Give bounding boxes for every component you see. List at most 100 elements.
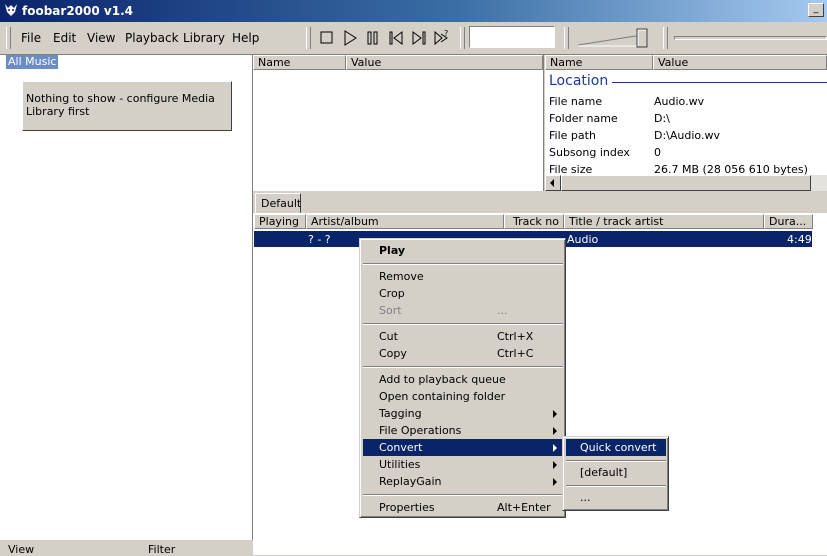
props-left-name-header[interactable]: Name [253, 55, 346, 70]
menu-item-replaygain[interactable]: ReplayGain [363, 473, 563, 490]
location-section-title: Location [549, 73, 609, 89]
toolbar-grip-2[interactable] [460, 27, 465, 49]
menu-item-label: ReplayGain [379, 475, 442, 488]
submenu-arrow-icon [553, 427, 557, 435]
menu-toolbar: File Edit View Playback Library Help ? [0, 22, 827, 55]
submenu-arrow-icon [553, 461, 557, 469]
configure-library-button[interactable]: Nothing to show - configure Media Librar… [22, 81, 232, 131]
menu-edit[interactable]: Edit [53, 31, 76, 45]
stop-icon [320, 31, 333, 44]
props-left-value-header[interactable]: Value [346, 55, 543, 70]
menu-item-convert[interactable]: Convert [363, 439, 563, 456]
random-button[interactable]: ? [431, 27, 453, 49]
toolbar-grip-3[interactable] [564, 27, 569, 49]
menu-item-tagging[interactable]: Tagging [363, 405, 563, 422]
menu-item-shortcut: Ctrl+C [497, 347, 534, 360]
col-track-no[interactable]: Track no [504, 214, 564, 229]
menu-playback[interactable]: Playback [125, 31, 179, 45]
menu-separator [363, 323, 563, 325]
menu-item-utilities[interactable]: Utilities [363, 456, 563, 473]
col-title-artist[interactable]: Title / track artist [564, 214, 764, 229]
scroll-thumb[interactable] [561, 175, 811, 191]
col-artist-album[interactable]: Artist/album [306, 214, 504, 229]
arrow-left-icon [550, 179, 554, 187]
volume-slider[interactable] [576, 27, 652, 49]
prop-name: File name [549, 95, 603, 108]
context-menu: Play Remove Crop Sort... Cut Ctrl+X Copy C… [359, 238, 566, 518]
menu-item-file-operations[interactable]: File Operations [363, 422, 563, 439]
seek-bar[interactable] [674, 36, 827, 40]
menu-item-label: Tagging [379, 407, 422, 420]
menu-separator [363, 263, 563, 265]
menu-item-label: Remove [379, 270, 424, 283]
menu-library[interactable]: Library [183, 31, 225, 45]
props-right-name-header[interactable]: Name [545, 55, 653, 70]
prop-name: Folder name [549, 112, 618, 125]
submenu-arrow-icon [553, 478, 557, 486]
submenu-item-quick-convert[interactable]: Quick convert [566, 439, 666, 456]
menu-item-open-folder[interactable]: Open containing folder [363, 388, 563, 405]
tab-default[interactable]: Default [255, 193, 301, 213]
menu-view[interactable]: View [87, 31, 115, 45]
menu-item-cut[interactable]: Cut Ctrl+X [363, 328, 563, 345]
prop-name: File path [549, 129, 596, 142]
menu-grip[interactable] [6, 27, 11, 49]
menu-item-label: Convert [379, 441, 423, 454]
menu-item-sort: Sort... [363, 302, 563, 319]
prop-value: Audio.wv [654, 95, 705, 108]
menu-item-label: Properties [379, 501, 435, 514]
minimize-button[interactable]: _ [808, 3, 824, 17]
toolbar-grip-4[interactable] [663, 27, 668, 49]
menu-item-label: Play [379, 244, 406, 257]
toolbar-grip[interactable] [306, 27, 311, 49]
prop-value: D:\Audio.wv [654, 129, 720, 142]
submenu-item-label: [default] [580, 466, 628, 479]
menu-item-copy[interactable]: Copy Ctrl+C [363, 345, 563, 362]
menu-item-label: Add to playback queue [379, 373, 506, 386]
svg-text:?: ? [444, 29, 448, 38]
menu-item-label: File Operations [379, 424, 462, 437]
next-icon [412, 31, 426, 45]
menu-item-add-queue[interactable]: Add to playback queue [363, 371, 563, 388]
submenu-item-more[interactable]: ... [566, 489, 666, 506]
menu-item-label: Crop [379, 287, 405, 300]
horizontal-scrollbar[interactable] [545, 175, 827, 191]
previous-button[interactable] [385, 27, 407, 49]
filter-label[interactable]: Filter [148, 543, 175, 556]
play-button[interactable] [339, 27, 361, 49]
menu-item-dots: ... [497, 304, 508, 317]
library-root-item[interactable]: All Music [6, 55, 59, 69]
menu-item-label: Sort [379, 304, 402, 317]
search-input[interactable] [469, 26, 555, 48]
menu-file[interactable]: File [21, 31, 41, 45]
col-duration[interactable]: Dura... [764, 214, 813, 229]
scroll-left-button[interactable] [545, 175, 561, 191]
pause-button[interactable] [362, 27, 384, 49]
menu-item-remove[interactable]: Remove [363, 268, 563, 285]
title-bar: foobar2000 v1.4 _ [0, 0, 827, 22]
menu-item-play[interactable]: Play [363, 242, 563, 259]
menu-item-crop[interactable]: Crop [363, 285, 563, 302]
menu-item-label: Open containing folder [379, 390, 506, 403]
menu-separator [566, 485, 666, 487]
convert-submenu: Quick convert [default] ... [562, 436, 669, 511]
col-playing[interactable]: Playing [254, 214, 306, 229]
menu-item-shortcut: Alt+Enter [497, 501, 551, 514]
foobar-logo-icon [5, 4, 17, 16]
stop-button[interactable] [316, 27, 338, 49]
submenu-arrow-icon [553, 410, 557, 418]
menu-item-label: Copy [379, 347, 407, 360]
view-label[interactable]: View [8, 543, 34, 556]
menu-separator [566, 460, 666, 462]
row-title: Audio [567, 233, 599, 246]
next-button[interactable] [408, 27, 430, 49]
submenu-arrow-icon [553, 444, 557, 452]
menu-item-properties[interactable]: Properties Alt+Enter [363, 499, 563, 516]
menu-separator [363, 494, 563, 496]
submenu-item-default[interactable]: [default] [566, 464, 666, 481]
props-right-value-header[interactable]: Value [653, 55, 827, 70]
location-divider [612, 82, 827, 83]
prop-value: D:\ [654, 112, 670, 125]
properties-pane-left [253, 55, 544, 191]
menu-help[interactable]: Help [232, 31, 259, 45]
